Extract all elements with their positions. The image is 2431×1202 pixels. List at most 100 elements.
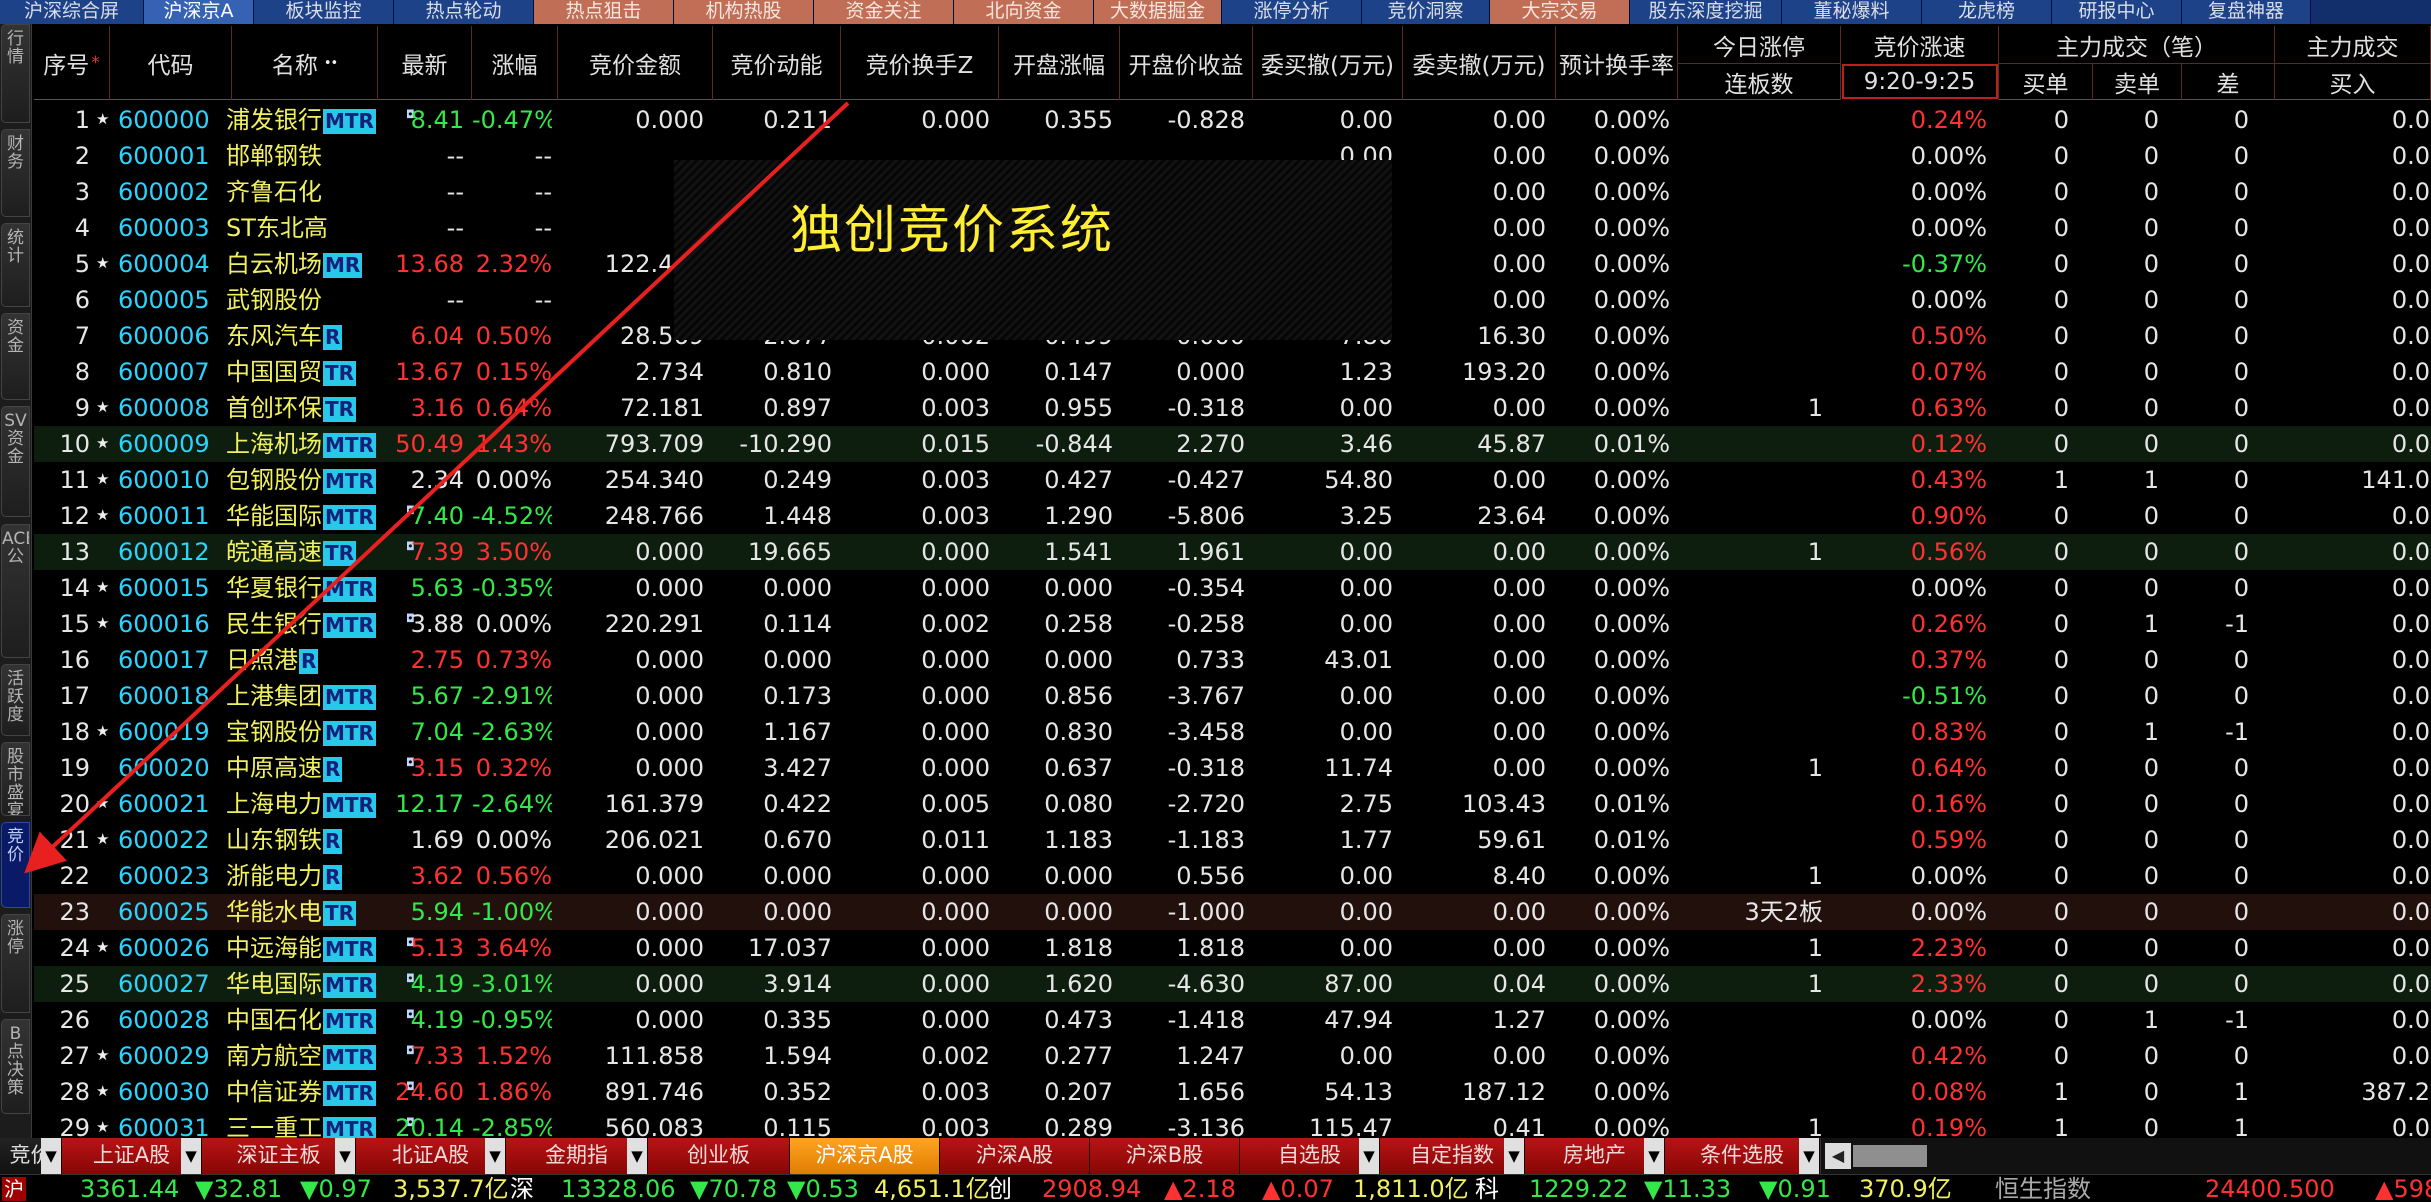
row-code[interactable]: 600001 bbox=[118, 138, 228, 174]
side-tab-0[interactable]: 行情 bbox=[1, 24, 30, 123]
row-code[interactable]: 600028 bbox=[118, 1002, 228, 1038]
row-code[interactable]: 600015 bbox=[118, 570, 228, 606]
table-row[interactable]: 23 600025 华能水电 TR 5.94 -1.00% 0.000 0.000 0.000 0… bbox=[34, 894, 2431, 930]
top-tab-3[interactable]: 热点轮动 bbox=[394, 0, 534, 24]
side-tab-5[interactable]: ACE公 bbox=[1, 524, 30, 658]
top-tab-8[interactable]: 大数据掘金 bbox=[1094, 0, 1222, 24]
dropdown-arrow-icon[interactable]: ▼ bbox=[1644, 1138, 1664, 1174]
top-tab-6[interactable]: 资金关注 bbox=[814, 0, 954, 24]
side-tab-7[interactable]: 股市盛宴 bbox=[1, 742, 30, 816]
top-tab-12[interactable]: 股东深度挖掘 bbox=[1630, 0, 1782, 24]
header-name[interactable]: 名称 •• bbox=[232, 26, 378, 100]
row-code[interactable]: 600000 bbox=[118, 102, 228, 138]
row-name[interactable]: 三一重工 MTR bbox=[226, 1110, 376, 1138]
row-name[interactable]: 宝钢股份 MTR bbox=[226, 714, 376, 750]
top-tab-11[interactable]: 大宗交易 bbox=[1490, 0, 1630, 24]
table-row[interactable]: 27 ★ 600029 南方航空 MTR ◘ 7.33 1.52% 111.858 1.594 0.… bbox=[34, 1038, 2431, 1074]
row-name[interactable]: 中远海能 MTR bbox=[226, 930, 376, 966]
category-tab-3[interactable]: 北证A股 ▼ bbox=[356, 1138, 506, 1174]
category-tab-2[interactable]: 深证主板 ▼ bbox=[202, 1138, 356, 1174]
header-auction-speed-top[interactable]: 竞价涨速 bbox=[1841, 26, 1999, 63]
header-est-turnover[interactable]: 预计换手率 bbox=[1556, 26, 1678, 100]
header-main-buy[interactable]: 买单 bbox=[1999, 63, 2093, 100]
category-tab-6[interactable]: 沪深京A股 bbox=[790, 1138, 940, 1174]
row-code[interactable]: 600021 bbox=[118, 786, 228, 822]
dropdown-arrow-icon[interactable]: ▼ bbox=[485, 1138, 505, 1174]
top-tab-15[interactable]: 研报中心 bbox=[2052, 0, 2182, 24]
header-main-trade-top[interactable]: 主力成交（笔） bbox=[1999, 26, 2275, 63]
row-name[interactable]: 皖通高速 TR bbox=[226, 534, 376, 570]
category-tab-11[interactable]: 房地产 ▼ bbox=[1525, 1138, 1665, 1174]
row-name[interactable]: 华能水电 TR bbox=[226, 894, 376, 930]
table-row[interactable]: 20 ★ 600021 上海电力 MTR 12.17 -2.64% 161.379 0.422 0… bbox=[34, 786, 2431, 822]
table-row[interactable]: 12 ★ 600011 华能国际 MTR ◘ 7.40 -4.52% 248.766 1.448 0… bbox=[34, 498, 2431, 534]
table-row[interactable]: 25 600027 华电国际 MTR ◘ 4.19 -3.01% 0.000 3.914 0.00… bbox=[34, 966, 2431, 1002]
side-tab-10[interactable]: B点决策 bbox=[1, 1019, 30, 1114]
table-row[interactable]: 19 600020 中原高速 R ◘ 3.15 0.32% 0.000 3.427 0.000 0.… bbox=[34, 750, 2431, 786]
row-name[interactable]: 中国国贸 TR bbox=[226, 354, 376, 390]
header-ask-cancel[interactable]: 委卖撤(万元) bbox=[1403, 26, 1556, 100]
table-row[interactable]: 1 ★ 600000 浦发银行 MTR ◘ 8.41 -0.47% 0.000 0.211 0.00… bbox=[34, 102, 2431, 138]
row-code[interactable]: 600026 bbox=[118, 930, 228, 966]
row-code[interactable]: 600029 bbox=[118, 1038, 228, 1074]
category-tab-1[interactable]: 上证A股 ▼ bbox=[62, 1138, 202, 1174]
row-name[interactable]: 浦发银行 MTR bbox=[226, 102, 376, 138]
header-code[interactable]: 代码 bbox=[110, 26, 232, 100]
row-name[interactable]: 包钢股份 MTR bbox=[226, 462, 376, 498]
row-code[interactable]: 600012 bbox=[118, 534, 228, 570]
row-code[interactable]: 600027 bbox=[118, 966, 228, 1002]
category-tab-7[interactable]: 沪深A股 bbox=[940, 1138, 1090, 1174]
header-main-diff[interactable]: 差 bbox=[2182, 63, 2275, 100]
table-row[interactable]: 21 ★ 600022 山东钢铁 R 1.69 0.00% 206.021 0.670 0.011… bbox=[34, 822, 2431, 858]
dropdown-arrow-icon[interactable]: ▼ bbox=[335, 1138, 355, 1174]
row-code[interactable]: 600002 bbox=[118, 174, 228, 210]
header-main-amount-bottom[interactable]: 买入 bbox=[2275, 63, 2431, 100]
row-name[interactable]: 华电国际 MTR bbox=[226, 966, 376, 1002]
row-code[interactable]: 600007 bbox=[118, 354, 228, 390]
header-bid-cancel[interactable]: 委买撤(万元) bbox=[1253, 26, 1403, 100]
row-name[interactable]: 邯郸钢铁 bbox=[226, 138, 376, 174]
header-seq[interactable]: 序号 * bbox=[34, 26, 110, 100]
scroll-thumb[interactable] bbox=[1853, 1145, 1927, 1167]
row-name[interactable]: 上港集团 MTR bbox=[226, 678, 376, 714]
row-name[interactable]: 中原高速 R bbox=[226, 750, 376, 786]
side-tab-8[interactable]: 竞价 bbox=[1, 822, 30, 908]
ticker-sh-box[interactable]: 沪 bbox=[2, 1177, 26, 1201]
side-tab-6[interactable]: 活跃度 bbox=[1, 664, 30, 736]
row-code[interactable]: 600018 bbox=[118, 678, 228, 714]
dropdown-arrow-icon[interactable]: ▼ bbox=[41, 1138, 61, 1174]
row-code[interactable]: 600030 bbox=[118, 1074, 228, 1110]
header-open-return[interactable]: 开盘价收益 bbox=[1120, 26, 1253, 100]
table-row[interactable]: 15 ★ 600016 民生银行 MTR ◘ 3.88 0.00% 220.291 0.114 0.… bbox=[34, 606, 2431, 642]
category-tab-0[interactable]: 竞价 ▼ bbox=[0, 1138, 62, 1174]
row-code[interactable]: 600025 bbox=[118, 894, 228, 930]
dropdown-arrow-icon[interactable]: ▼ bbox=[1799, 1138, 1819, 1174]
row-name[interactable]: 浙能电力 R bbox=[226, 858, 376, 894]
row-name[interactable]: 东风汽车 R bbox=[226, 318, 376, 354]
table-row[interactable]: 26 600028 中国石化 MTR ◘ 4.19 -0.95% 0.000 0.335 0.00… bbox=[34, 1002, 2431, 1038]
row-name[interactable]: 民生银行 MTR bbox=[226, 606, 376, 642]
top-tab-9[interactable]: 涨停分析 bbox=[1222, 0, 1362, 24]
side-tab-3[interactable]: 资金 bbox=[1, 313, 30, 400]
table-row[interactable]: 13 600012 皖通高速 TR ◘ 7.39 3.50% 0.000 19.665 0.000… bbox=[34, 534, 2431, 570]
row-name[interactable]: 上海机场 MTR bbox=[226, 426, 376, 462]
top-tab-7[interactable]: 北向资金 bbox=[954, 0, 1094, 24]
top-tab-13[interactable]: 董秘爆料 bbox=[1782, 0, 1922, 24]
side-tab-4[interactable]: SV资金 bbox=[1, 406, 30, 517]
side-tab-1[interactable]: 财务 bbox=[1, 129, 30, 217]
table-row[interactable]: 28 ★ 600030 中信证券 MTR ◘ 24.60 1.86% 891.746 0.352 0… bbox=[34, 1074, 2431, 1110]
row-code[interactable]: 600020 bbox=[118, 750, 228, 786]
table-row[interactable]: 16 600017 日照港 R 2.75 0.73% 0.000 0.000 0.000 0.00… bbox=[34, 642, 2431, 678]
row-code[interactable]: 600017 bbox=[118, 642, 228, 678]
row-name[interactable]: 中国石化 MTR bbox=[226, 1002, 376, 1038]
dropdown-arrow-icon[interactable]: ▼ bbox=[181, 1138, 201, 1174]
header-auction-speed-bottom[interactable]: 9:20-9:25 bbox=[1841, 63, 1999, 100]
top-tab-2[interactable]: 板块监控 bbox=[254, 0, 394, 24]
row-name[interactable]: 白云机场 MR bbox=[226, 246, 376, 282]
category-tab-8[interactable]: 沪深B股 bbox=[1090, 1138, 1240, 1174]
row-code[interactable]: 600023 bbox=[118, 858, 228, 894]
top-tab-16[interactable]: 复盘神器 bbox=[2182, 0, 2311, 24]
header-auction-turnover[interactable]: 竞价换手Z bbox=[841, 26, 999, 100]
table-row[interactable]: 8 600007 中国国贸 TR 13.67 0.15% 2.734 0.810 0.000 0.… bbox=[34, 354, 2431, 390]
header-main-sell[interactable]: 卖单 bbox=[2093, 63, 2182, 100]
